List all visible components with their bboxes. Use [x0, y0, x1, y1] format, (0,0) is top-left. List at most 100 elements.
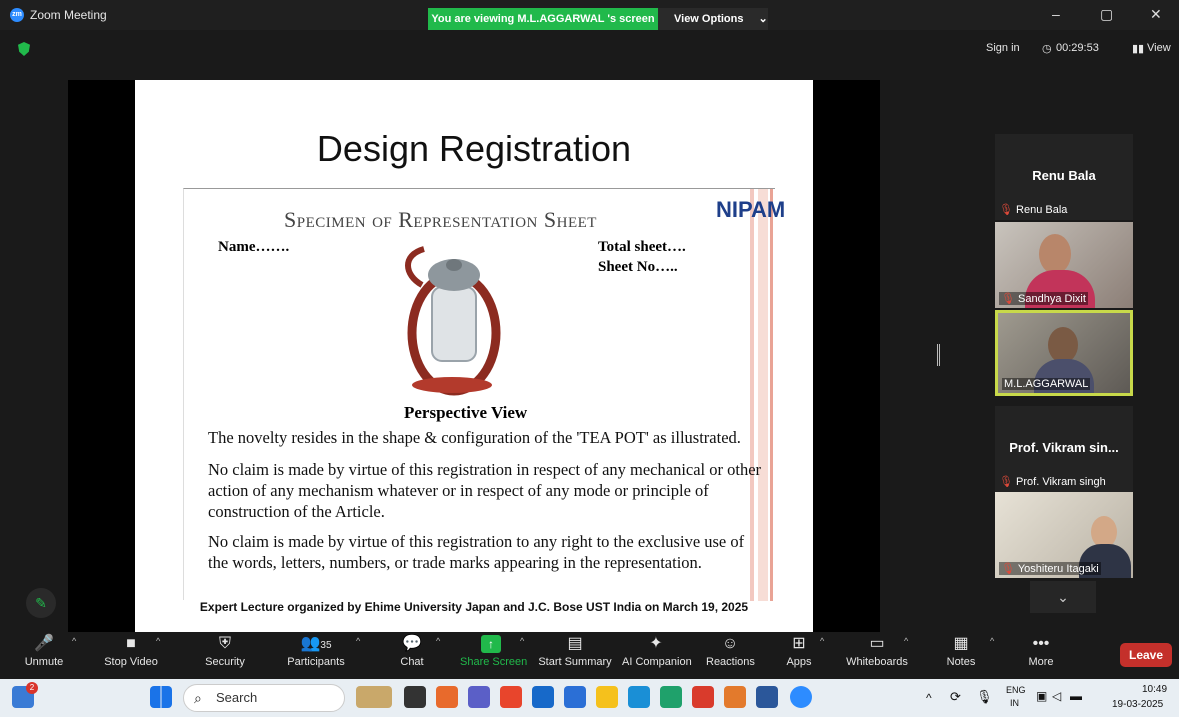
- window-titlebar: zm Zoom Meeting You are viewing M.L.AGGA…: [0, 0, 1179, 30]
- search-icon: ⌕: [194, 690, 202, 706]
- microphone-muted-icon: 🎤: [34, 635, 54, 652]
- mic-muted-icon: 🎙: [999, 476, 1013, 488]
- wifi-icon[interactable]: ▣: [1036, 689, 1047, 703]
- store-icon[interactable]: [532, 686, 554, 708]
- share-screen-button[interactable]: ↑ Share Screen: [460, 632, 528, 676]
- share-options-caret[interactable]: ^: [520, 636, 524, 646]
- scroll-down-button[interactable]: ⌄: [1030, 581, 1096, 613]
- photos-icon[interactable]: [628, 686, 650, 708]
- decorative-stripe: [770, 189, 773, 601]
- unmute-label: Unmute: [24, 656, 64, 668]
- language-indicator[interactable]: ENG: [1006, 685, 1026, 695]
- participant-tile-yoshiteru-itagaki[interactable]: 🎙 Yoshiteru Itagaki: [995, 492, 1133, 578]
- total-sheet-label: Total sheet….: [598, 239, 686, 255]
- close-button[interactable]: ✕: [1150, 6, 1162, 23]
- panel-splitter-handle[interactable]: [937, 344, 940, 366]
- mail-icon[interactable]: [564, 686, 586, 708]
- start-summary-button[interactable]: ▤ Start Summary: [538, 632, 612, 676]
- sparkle-icon: ✦: [649, 635, 663, 652]
- clock-icon: ◷: [1042, 43, 1052, 55]
- mechanism-disclaimer: No claim is made by virtue of this regis…: [208, 460, 762, 521]
- reactions-label: Reactions: [706, 656, 755, 668]
- stop-video-button[interactable]: ■ Stop Video: [100, 632, 162, 676]
- more-button[interactable]: ••• More: [1024, 632, 1058, 676]
- participant-tag: Yoshiteru Itagaki: [1017, 563, 1099, 575]
- mic-muted-icon: 🎙: [1001, 563, 1015, 575]
- presentation-slide: Design Registration Specimen of Represen…: [135, 80, 813, 632]
- chrome-icon[interactable]: [500, 686, 522, 708]
- novelty-paragraph: The novelty resides in the shape & confi…: [208, 428, 741, 447]
- apps-button[interactable]: ⊞ Apps: [784, 632, 814, 676]
- meeting-timer: 00:29:53: [1056, 42, 1099, 54]
- security-shield-icon[interactable]: [18, 42, 30, 56]
- notification-badge: 2: [26, 682, 38, 694]
- minimize-button[interactable]: –: [1052, 6, 1060, 22]
- chat-options-caret[interactable]: ^: [436, 636, 440, 646]
- weather-icon[interactable]: [356, 686, 392, 708]
- participant-tile-vikram-singh[interactable]: Prof. Vikram sin... 🎙 Prof. Vikram singh: [995, 406, 1133, 492]
- widgets-icon[interactable]: 2: [12, 682, 38, 708]
- notes-button[interactable]: ▦ Notes: [944, 632, 978, 676]
- unmute-button[interactable]: 🎤 Unmute: [22, 632, 66, 676]
- video-options-caret[interactable]: ^: [156, 636, 160, 646]
- audio-options-caret[interactable]: ^: [72, 636, 76, 646]
- maximize-button[interactable]: ▢: [1100, 6, 1113, 23]
- reactions-button[interactable]: ☺ Reactions: [706, 632, 755, 676]
- apps-options-caret[interactable]: ^: [820, 636, 824, 646]
- participant-tag: Renu Bala: [1016, 204, 1068, 216]
- language-region: IN: [1010, 698, 1019, 708]
- task-view-icon[interactable]: [404, 686, 426, 708]
- whiteboards-label: Whiteboards: [846, 656, 908, 668]
- window-title: Zoom Meeting: [30, 8, 107, 22]
- apps-grid-icon: ⊞: [792, 635, 806, 652]
- participant-display-name: Renu Bala: [1032, 168, 1096, 183]
- word-icon[interactable]: [756, 686, 778, 708]
- microphone-icon[interactable]: 🎙: [976, 689, 993, 705]
- apps-label: Apps: [786, 656, 812, 668]
- clock-date[interactable]: 19-03-2025: [1112, 699, 1163, 710]
- taskbar-search-box[interactable]: ⌕ Search: [183, 684, 345, 712]
- chrome-profile-icon[interactable]: [692, 686, 714, 708]
- leave-button[interactable]: Leave: [1120, 643, 1172, 667]
- participants-options-caret[interactable]: ^: [356, 636, 360, 646]
- notes-options-caret[interactable]: ^: [990, 636, 994, 646]
- sign-in-link[interactable]: Sign in: [986, 42, 1020, 54]
- clock-time[interactable]: 10:49: [1142, 684, 1167, 695]
- annotate-pencil-icon[interactable]: ✎: [26, 588, 56, 618]
- slide-footer: Expert Lecture organized by Ehime Univer…: [199, 600, 749, 614]
- view-options-button[interactable]: View Options ⌄: [658, 8, 768, 30]
- battery-icon[interactable]: ▬: [1070, 689, 1082, 703]
- participant-count: 35: [320, 640, 332, 651]
- ai-companion-label: AI Companion: [622, 656, 692, 668]
- view-button[interactable]: View: [1147, 42, 1171, 54]
- tray-overflow-caret[interactable]: ^: [926, 691, 932, 705]
- share-screen-icon: ↑: [481, 635, 501, 653]
- teams-icon[interactable]: [468, 686, 490, 708]
- security-button[interactable]: ⛨ Security: [204, 632, 246, 676]
- name-label: Name…….: [218, 239, 290, 255]
- view-layout-icon[interactable]: ▮▮: [1132, 42, 1144, 55]
- chat-button[interactable]: 💬 Chat: [396, 632, 428, 676]
- ai-companion-button[interactable]: ✦ AI Companion: [622, 632, 692, 676]
- search-placeholder: Search: [216, 690, 258, 705]
- whiteboards-button[interactable]: ▭ Whiteboards: [846, 632, 908, 676]
- participant-tile-ml-aggarwal-active[interactable]: M.L.AGGARWAL: [995, 310, 1133, 396]
- participant-display-name: Prof. Vikram sin...: [1009, 440, 1119, 455]
- file-explorer-icon[interactable]: [596, 686, 618, 708]
- slide-title: Design Registration: [316, 128, 632, 169]
- edge-icon[interactable]: [660, 686, 682, 708]
- share-screen-label: Share Screen: [460, 656, 528, 668]
- copilot-icon[interactable]: [436, 686, 458, 708]
- network-app-icon[interactable]: ⟳: [950, 689, 961, 705]
- volume-icon[interactable]: ◁: [1052, 689, 1061, 703]
- participant-tile-sandhya-dixit[interactable]: 🎙 Sandhya Dixit: [995, 222, 1133, 308]
- participant-face: [1039, 234, 1071, 274]
- windows-start-icon[interactable]: [150, 686, 172, 708]
- whiteboards-options-caret[interactable]: ^: [904, 636, 908, 646]
- meeting-toolbar: 🎤 Unmute ^ ■ Stop Video ^ ⛨ Security 👥35…: [0, 632, 1179, 676]
- participants-button[interactable]: 👥35 Participants: [286, 632, 346, 676]
- participant-tile-renu-bala[interactable]: Renu Bala 🎙 Renu Bala: [995, 134, 1133, 220]
- zoom-app-icon[interactable]: [790, 686, 812, 708]
- participant-tag: Prof. Vikram singh: [1016, 476, 1106, 488]
- chrome-profile-2-icon[interactable]: [724, 686, 746, 708]
